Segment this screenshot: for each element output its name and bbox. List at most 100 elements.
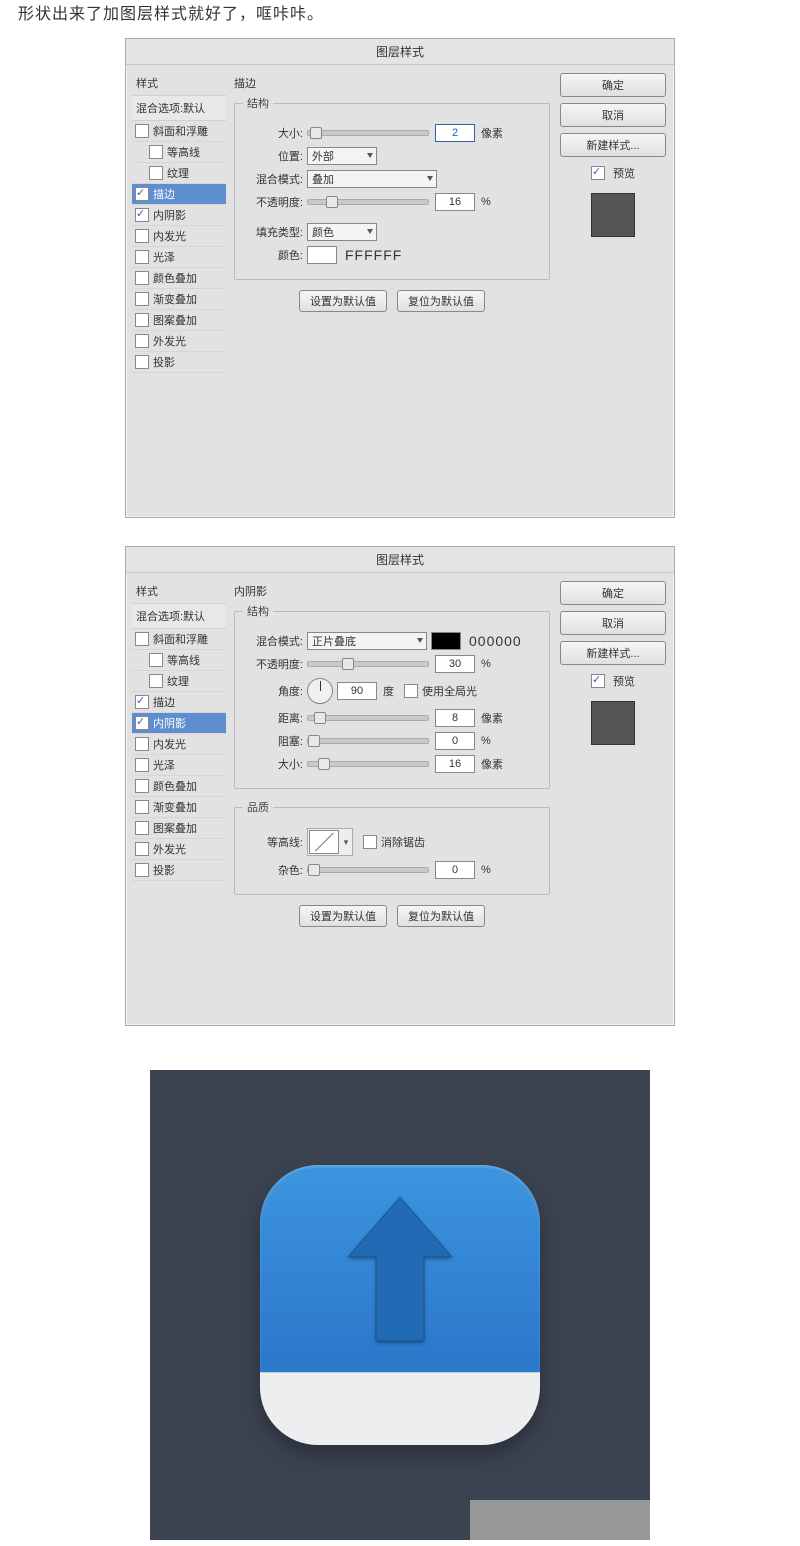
style-item-8[interactable]: 渐变叠加 — [132, 289, 226, 310]
reset-default-button[interactable]: 复位为默认值 — [397, 905, 485, 927]
chevron-down-icon: ▾ — [341, 837, 351, 848]
style-checkbox[interactable] — [135, 737, 149, 751]
style-item-label: 投影 — [153, 862, 175, 878]
sidebar-blend-options[interactable]: 混合选项:默认 — [132, 95, 226, 121]
style-item-label: 颜色叠加 — [153, 778, 197, 794]
style-item-10[interactable]: 外发光 — [132, 331, 226, 352]
ok-button[interactable]: 确定 — [560, 73, 666, 97]
style-checkbox[interactable] — [135, 842, 149, 856]
set-default-button[interactable]: 设置为默认值 — [299, 290, 387, 312]
style-item-8[interactable]: 渐变叠加 — [132, 797, 226, 818]
cancel-button[interactable]: 取消 — [560, 103, 666, 127]
style-checkbox[interactable] — [149, 166, 163, 180]
blend-select[interactable]: 叠加 — [307, 170, 437, 188]
noise-slider[interactable] — [307, 867, 429, 873]
style-item-10[interactable]: 外发光 — [132, 839, 226, 860]
stroke-panel: 描边 结构 大小: 2 像素 位置: 外部 混合模式: 叠加 — [226, 71, 556, 511]
style-item-11[interactable]: 投影 — [132, 860, 226, 881]
contour-picker[interactable]: ▾ — [307, 828, 353, 856]
style-checkbox[interactable] — [149, 653, 163, 667]
distance-input[interactable]: 8 — [435, 709, 475, 727]
style-checkbox[interactable] — [135, 250, 149, 264]
style-item-1[interactable]: 等高线 — [132, 142, 226, 163]
color-swatch[interactable] — [307, 246, 337, 264]
style-checkbox[interactable] — [135, 208, 149, 222]
style-item-7[interactable]: 颜色叠加 — [132, 776, 226, 797]
size-slider[interactable] — [307, 761, 429, 767]
size-slider[interactable] — [307, 130, 429, 136]
style-item-4[interactable]: 内阴影 — [132, 713, 226, 734]
style-checkbox[interactable] — [135, 334, 149, 348]
style-item-2[interactable]: 纹理 — [132, 671, 226, 692]
angle-input[interactable]: 90 — [337, 682, 377, 700]
style-checkbox[interactable] — [135, 292, 149, 306]
style-checkbox[interactable] — [135, 632, 149, 646]
position-select[interactable]: 外部 — [307, 147, 377, 165]
contour-icon — [309, 830, 339, 854]
style-checkbox[interactable] — [135, 271, 149, 285]
style-item-0[interactable]: 斜面和浮雕 — [132, 121, 226, 142]
sidebar-blend-options[interactable]: 混合选项:默认 — [132, 603, 226, 629]
style-item-3[interactable]: 描边 — [132, 184, 226, 205]
style-item-label: 内阴影 — [153, 207, 186, 223]
preview-checkbox[interactable] — [591, 674, 605, 688]
antialias-checkbox[interactable] — [363, 835, 377, 849]
style-checkbox[interactable] — [149, 145, 163, 159]
style-checkbox[interactable] — [135, 355, 149, 369]
style-item-1[interactable]: 等高线 — [132, 650, 226, 671]
new-style-button[interactable]: 新建样式... — [560, 133, 666, 157]
style-checkbox[interactable] — [135, 758, 149, 772]
distance-slider[interactable] — [307, 715, 429, 721]
opacity-slider[interactable] — [307, 199, 429, 205]
style-item-6[interactable]: 光泽 — [132, 755, 226, 776]
style-item-9[interactable]: 图案叠加 — [132, 818, 226, 839]
style-item-7[interactable]: 颜色叠加 — [132, 268, 226, 289]
new-style-button[interactable]: 新建样式... — [560, 641, 666, 665]
noise-unit: % — [481, 864, 491, 876]
style-checkbox[interactable] — [135, 124, 149, 138]
shadow-color-swatch[interactable] — [431, 632, 461, 650]
style-item-label: 等高线 — [167, 652, 200, 668]
style-item-5[interactable]: 内发光 — [132, 226, 226, 247]
style-item-11[interactable]: 投影 — [132, 352, 226, 373]
style-checkbox[interactable] — [135, 821, 149, 835]
style-checkbox[interactable] — [135, 863, 149, 877]
opacity-input[interactable]: 30 — [435, 655, 475, 673]
noise-input[interactable]: 0 — [435, 861, 475, 879]
style-checkbox[interactable] — [135, 229, 149, 243]
size-input[interactable]: 16 — [435, 755, 475, 773]
style-item-4[interactable]: 内阴影 — [132, 205, 226, 226]
cancel-button[interactable]: 取消 — [560, 611, 666, 635]
style-item-0[interactable]: 斜面和浮雕 — [132, 629, 226, 650]
style-item-2[interactable]: 纹理 — [132, 163, 226, 184]
style-item-5[interactable]: 内发光 — [132, 734, 226, 755]
size-input[interactable]: 2 — [435, 124, 475, 142]
icon-bottom-bar — [260, 1372, 540, 1445]
style-item-9[interactable]: 图案叠加 — [132, 310, 226, 331]
filltype-select[interactable]: 颜色 — [307, 223, 377, 241]
style-checkbox[interactable] — [135, 800, 149, 814]
layer-style-dialog-stroke: 图层样式 样式 混合选项:默认 斜面和浮雕等高线纹理描边内阴影内发光光泽颜色叠加… — [125, 38, 675, 518]
style-checkbox[interactable] — [135, 779, 149, 793]
choke-input[interactable]: 0 — [435, 732, 475, 750]
choke-slider[interactable] — [307, 738, 429, 744]
reset-default-button[interactable]: 复位为默认值 — [397, 290, 485, 312]
preview-checkbox[interactable] — [591, 166, 605, 180]
global-light-checkbox[interactable] — [404, 684, 418, 698]
angle-dial[interactable] — [307, 678, 333, 704]
ok-button[interactable]: 确定 — [560, 581, 666, 605]
preview-swatch — [591, 193, 635, 237]
distance-label: 距离: — [243, 710, 307, 726]
style-checkbox[interactable] — [135, 313, 149, 327]
set-default-button[interactable]: 设置为默认值 — [299, 905, 387, 927]
blend-select[interactable]: 正片叠底 — [307, 632, 427, 650]
style-checkbox[interactable] — [135, 187, 149, 201]
style-checkbox[interactable] — [135, 695, 149, 709]
opacity-slider[interactable] — [307, 661, 429, 667]
style-item-3[interactable]: 描边 — [132, 692, 226, 713]
bottom-strip — [470, 1500, 650, 1540]
opacity-input[interactable]: 16 — [435, 193, 475, 211]
style-checkbox[interactable] — [149, 674, 163, 688]
style-item-6[interactable]: 光泽 — [132, 247, 226, 268]
style-checkbox[interactable] — [135, 716, 149, 730]
